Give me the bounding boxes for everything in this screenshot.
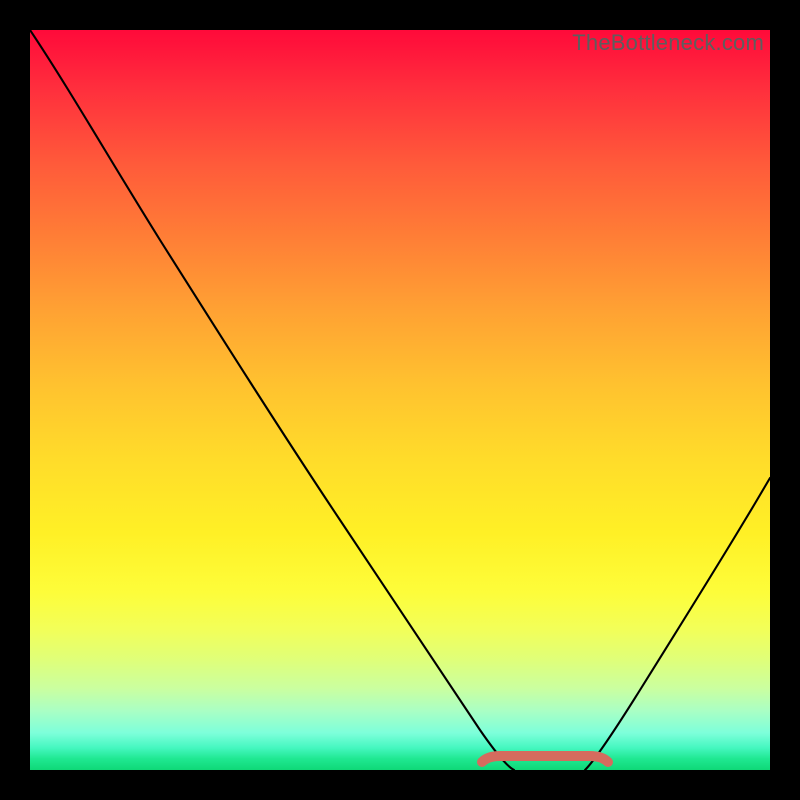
chart-frame: TheBottleneck.com (15, 15, 785, 785)
curves-svg (30, 30, 770, 770)
watermark-text: TheBottleneck.com (572, 30, 764, 56)
plot-area: TheBottleneck.com (30, 30, 770, 770)
bottleneck-curve-right (585, 478, 770, 770)
optimal-band-marker (482, 756, 608, 762)
bottleneck-curve-left (30, 30, 514, 770)
